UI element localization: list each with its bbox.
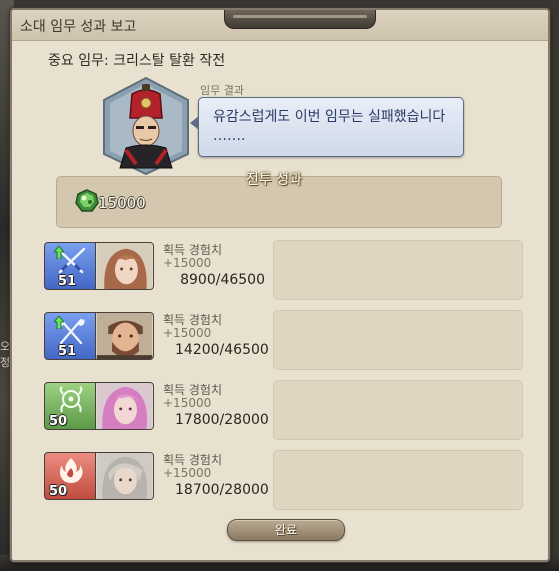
speech-bubble: 유감스럽게도 이번 임무는 실패했습니다 ……. (190, 97, 464, 157)
fire-mage-icon (59, 458, 83, 483)
class-badge: 50 (44, 452, 96, 500)
level-up-arrow-icon (54, 246, 64, 259)
portrait-female-pink-hair (96, 382, 154, 430)
npc-portrait (103, 76, 189, 176)
title-ornament (224, 10, 376, 29)
battle-results-title: 전투 성과 (246, 172, 302, 188)
exp-progress: 17800/28000 (175, 412, 269, 428)
level-value: 51 (58, 274, 77, 289)
class-badge: 51 (44, 312, 96, 360)
green-gem-icon (75, 189, 99, 212)
class-badge: 50 (44, 382, 96, 430)
dialog-label: 임무 결과 (200, 84, 244, 97)
reward-value: 15000 (98, 194, 146, 212)
exp-gain: +15000 (163, 466, 212, 480)
portrait-female-silver-hair (96, 452, 154, 500)
exp-gain: +15000 (163, 326, 212, 340)
class-badge: 51 (44, 242, 96, 290)
level-value: 50 (49, 484, 68, 499)
healer-wreath-icon (59, 386, 83, 413)
portrait-female-brown-hair (96, 242, 154, 290)
exp-gain: +15000 (163, 256, 212, 270)
mission-name: 중요 임무: 크리스탈 탈환 작전 (48, 53, 226, 69)
item-slot (273, 380, 523, 440)
confirm-button[interactable]: 완료 (227, 519, 345, 541)
item-slot (273, 310, 523, 370)
item-slot (273, 240, 523, 300)
level-value: 50 (49, 414, 68, 429)
member-row: 51 획득 경험치 +15000 14200/46500 (44, 310, 534, 372)
exp-gain: +15000 (163, 396, 212, 410)
dialog-message: 유감스럽게도 이번 임무는 실패했습니다 ……. (213, 109, 446, 144)
background-glyph: 오 (0, 340, 11, 353)
exp-progress: 18700/28000 (175, 482, 269, 498)
member-row: 51 획득 경험치 +15000 8900/46500 (44, 240, 534, 302)
portrait-male-bearded (96, 312, 154, 360)
level-value: 51 (58, 344, 77, 359)
level-up-arrow-icon (54, 316, 64, 329)
mission-report-window: 소대 임무 성과 보고 중요 임무: 크리스탈 탈환 작전 임무 결과 유감스럽… (10, 8, 550, 562)
member-row: 50 획득 경험치 +15000 18700/28000 (44, 450, 534, 512)
exp-progress: 14200/46500 (175, 342, 269, 358)
item-slot (273, 450, 523, 510)
member-row: 50 획득 경험치 +15000 17800/28000 (44, 380, 534, 442)
window-title: 소대 임무 성과 보고 (20, 19, 137, 35)
exp-progress: 8900/46500 (180, 272, 265, 288)
background-glyph: 정 (0, 356, 11, 369)
